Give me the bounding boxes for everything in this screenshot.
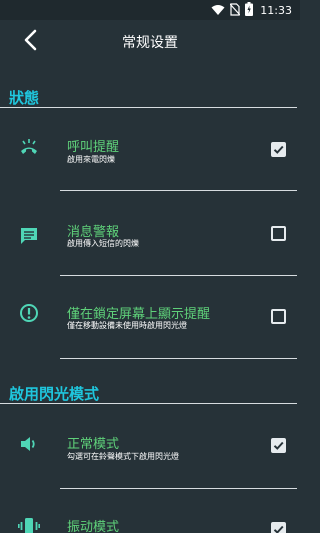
row-divider: [60, 358, 297, 359]
section-divider: [0, 107, 297, 108]
alert-circle-icon: [18, 302, 40, 324]
no-sim-icon: [229, 1, 241, 20]
row-divider: [60, 190, 297, 191]
section-header-flash-mode: 啟用閃光模式: [9, 385, 100, 403]
page-title: 常规设置: [122, 35, 178, 51]
call-alert-checkbox[interactable]: [271, 142, 286, 157]
row-divider: [60, 488, 297, 489]
status-bar: 11:33: [0, 0, 300, 20]
incoming-call-icon: [18, 136, 40, 158]
section-divider: [0, 403, 297, 404]
item-subtitle: 僅在移動設備未使用時啟用閃光燈: [67, 321, 187, 330]
item-title: 正常模式: [67, 437, 120, 452]
message-alert-checkbox[interactable]: [271, 226, 286, 241]
status-time: 11:33: [260, 3, 292, 17]
item-subtitle: 啟用傳入短信的閃爍: [67, 239, 139, 248]
section-header-status: 狀態: [9, 89, 40, 107]
vibrate-icon: [18, 515, 40, 533]
item-title: 振动模式: [67, 520, 120, 533]
item-subtitle: 啟用來電閃爍: [67, 155, 115, 164]
item-subtitle: 勾選可在鈴聲模式下啟用閃光燈: [67, 452, 179, 461]
normal-mode-checkbox[interactable]: [271, 438, 286, 453]
item-title: 呼叫提醒: [67, 140, 120, 155]
lockscreen-only-checkbox[interactable]: [271, 309, 286, 324]
message-icon: [18, 225, 40, 247]
vibrate-mode-checkbox[interactable]: [271, 522, 286, 533]
app-bar: 常规设置: [0, 20, 300, 64]
battery-icon: [245, 1, 254, 20]
row-divider: [60, 275, 297, 276]
volume-icon: [18, 433, 40, 455]
wifi-icon: [211, 1, 225, 20]
